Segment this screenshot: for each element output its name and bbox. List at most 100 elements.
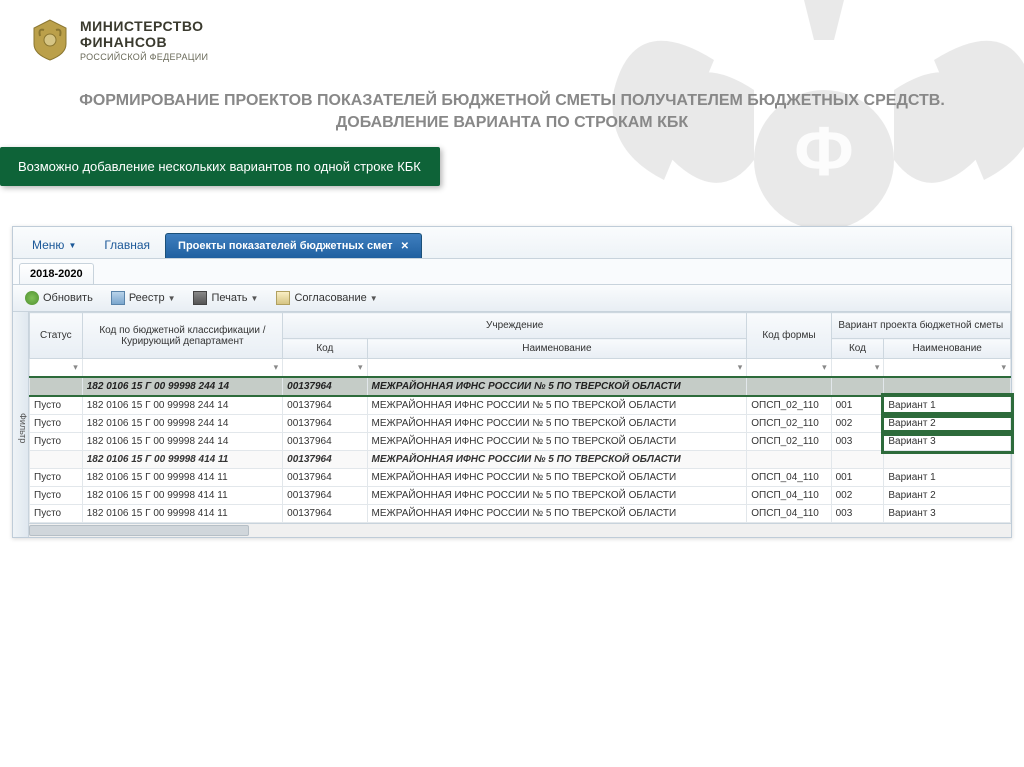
registry-button[interactable]: Реестр ▼ <box>105 288 182 308</box>
table-row[interactable]: Пусто182 0106 15 Г 00 99998 414 11001379… <box>30 487 1011 505</box>
table-row[interactable]: Пусто182 0106 15 Г 00 99998 244 14001379… <box>30 415 1011 433</box>
approval-icon <box>276 291 290 305</box>
page-title: ФОРМИРОВАНИЕ ПРОЕКТОВ ПОКАЗАТЕЛЕЙ БЮДЖЕТ… <box>0 80 1024 147</box>
cell-vkod: 001 <box>831 469 884 487</box>
col-variant[interactable]: Вариант проекта бюджетной сметы <box>831 313 1010 339</box>
cell-vname: Вариант 2 <box>884 415 1011 433</box>
menu-tab[interactable]: Меню ▼ <box>19 231 89 258</box>
filter-form[interactable] <box>747 359 831 378</box>
home-tab[interactable]: Главная <box>91 231 163 258</box>
cell-name: МЕЖРАЙОННАЯ ИФНС РОССИИ № 5 ПО ТВЕРСКОЙ … <box>367 415 747 433</box>
approval-button[interactable]: Согласование ▼ <box>270 288 383 308</box>
filter-name[interactable] <box>367 359 747 378</box>
refresh-icon <box>25 291 39 305</box>
cell-form: ОПСП_04_110 <box>747 505 831 523</box>
table-row[interactable]: Пусто182 0106 15 Г 00 99998 244 14001379… <box>30 396 1011 415</box>
group-vname <box>884 451 1011 469</box>
col-status[interactable]: Статус <box>30 313 83 359</box>
filter-vname[interactable] <box>884 359 1011 378</box>
cell-vkod: 002 <box>831 487 884 505</box>
filter-status[interactable] <box>30 359 83 378</box>
group-name: МЕЖРАЙОННАЯ ИФНС РОССИИ № 5 ПО ТВЕРСКОЙ … <box>367 377 747 396</box>
ministry-header: МИНИСТЕРСТВО ФИНАНСОВ РОССИЙСКОЙ ФЕДЕРАЦ… <box>0 0 1024 80</box>
cell-vkod: 003 <box>831 505 884 523</box>
registry-label: Реестр <box>129 292 165 304</box>
chevron-down-icon: ▼ <box>168 294 176 303</box>
col-var-name[interactable]: Наименование <box>884 339 1011 359</box>
cell-kod: 00137964 <box>283 505 367 523</box>
cell-form: ОПСП_04_110 <box>747 487 831 505</box>
col-inst-name[interactable]: Наименование <box>367 339 747 359</box>
group-status <box>30 377 83 396</box>
filter-vkod[interactable] <box>831 359 884 378</box>
cell-kbk: 182 0106 15 Г 00 99998 244 14 <box>82 415 282 433</box>
group-vname <box>884 377 1011 396</box>
cell-status: Пусто <box>30 487 83 505</box>
refresh-button[interactable]: Обновить <box>19 288 99 308</box>
col-institution[interactable]: Учреждение <box>283 313 747 339</box>
table-row[interactable]: Пусто182 0106 15 Г 00 99998 414 11001379… <box>30 505 1011 523</box>
group-name: МЕЖРАЙОННАЯ ИФНС РОССИИ № 5 ПО ТВЕРСКОЙ … <box>367 451 747 469</box>
group-row[interactable]: 182 0106 15 Г 00 99998 414 1100137964МЕЖ… <box>30 451 1011 469</box>
ministry-line3: РОССИЙСКОЙ ФЕДЕРАЦИИ <box>80 52 208 62</box>
table-row[interactable]: Пусто182 0106 15 Г 00 99998 414 11001379… <box>30 469 1011 487</box>
cell-kbk: 182 0106 15 Г 00 99998 414 11 <box>82 487 282 505</box>
print-button[interactable]: Печать ▼ <box>187 288 264 308</box>
period-tab[interactable]: 2018-2020 <box>19 263 94 284</box>
chevron-down-icon: ▼ <box>68 241 76 250</box>
cell-kod: 00137964 <box>283 415 367 433</box>
cell-form: ОПСП_02_110 <box>747 396 831 415</box>
cell-name: МЕЖРАЙОННАЯ ИФНС РОССИИ № 5 ПО ТВЕРСКОЙ … <box>367 505 747 523</box>
cell-kod: 00137964 <box>283 487 367 505</box>
table-row[interactable]: Пусто182 0106 15 Г 00 99998 244 14001379… <box>30 433 1011 451</box>
cell-kbk: 182 0106 15 Г 00 99998 244 14 <box>82 433 282 451</box>
col-kbk[interactable]: Код по бюджетной классификации / Курирую… <box>82 313 282 359</box>
col-form[interactable]: Код формы <box>747 313 831 359</box>
cell-vname: Вариант 1 <box>884 469 1011 487</box>
print-label: Печать <box>211 292 247 304</box>
filter-sidebar-label: Фильтр <box>18 413 28 443</box>
ministry-line2: ФИНАНСОВ <box>80 34 208 50</box>
toolbar: Обновить Реестр ▼ Печать ▼ Согласование … <box>13 285 1011 312</box>
filter-kbk[interactable] <box>82 359 282 378</box>
cell-status: Пусто <box>30 505 83 523</box>
refresh-label: Обновить <box>43 292 93 304</box>
horizontal-scrollbar[interactable] <box>29 523 1011 537</box>
col-inst-kod[interactable]: Код <box>283 339 367 359</box>
group-vkod <box>831 377 884 396</box>
cell-kbk: 182 0106 15 Г 00 99998 414 11 <box>82 469 282 487</box>
info-callout: Возможно добавление нескольких вариантов… <box>0 147 440 186</box>
approval-label: Согласование <box>294 292 366 304</box>
group-kbk: 182 0106 15 Г 00 99998 414 11 <box>82 451 282 469</box>
cell-name: МЕЖРАЙОННАЯ ИФНС РОССИИ № 5 ПО ТВЕРСКОЙ … <box>367 433 747 451</box>
ministry-emblem-icon <box>30 18 70 62</box>
cell-vkod: 003 <box>831 433 884 451</box>
period-tab-label: 2018-2020 <box>30 268 83 280</box>
group-form <box>747 451 831 469</box>
chevron-down-icon: ▼ <box>370 294 378 303</box>
home-tab-label: Главная <box>104 238 150 252</box>
close-icon[interactable]: ✕ <box>401 241 409 252</box>
cell-name: МЕЖРАЙОННАЯ ИФНС РОССИИ № 5 ПО ТВЕРСКОЙ … <box>367 487 747 505</box>
cell-vname: Вариант 1 <box>884 396 1011 415</box>
cell-vkod: 001 <box>831 396 884 415</box>
col-var-kod[interactable]: Код <box>831 339 884 359</box>
cell-kod: 00137964 <box>283 396 367 415</box>
application-window: Меню ▼ Главная Проекты показателей бюдже… <box>12 226 1012 538</box>
filter-sidebar[interactable]: Фильтр <box>13 312 29 537</box>
group-row[interactable]: 182 0106 15 Г 00 99998 244 1400137964МЕЖ… <box>30 377 1011 396</box>
filter-kod[interactable] <box>283 359 367 378</box>
projects-tab[interactable]: Проекты показателей бюджетных смет ✕ <box>165 233 422 258</box>
chevron-down-icon: ▼ <box>251 294 259 303</box>
scrollbar-thumb[interactable] <box>29 525 249 536</box>
projects-tab-label: Проекты показателей бюджетных смет <box>178 240 393 252</box>
ministry-line1: МИНИСТЕРСТВО <box>80 18 208 34</box>
cell-status: Пусто <box>30 415 83 433</box>
cell-kod: 00137964 <box>283 469 367 487</box>
cell-vname: Вариант 3 <box>884 505 1011 523</box>
cell-status: Пусто <box>30 469 83 487</box>
cell-name: МЕЖРАЙОННАЯ ИФНС РОССИИ № 5 ПО ТВЕРСКОЙ … <box>367 396 747 415</box>
data-grid: Статус Код по бюджетной классификации / … <box>29 312 1011 523</box>
cell-name: МЕЖРАЙОННАЯ ИФНС РОССИИ № 5 ПО ТВЕРСКОЙ … <box>367 469 747 487</box>
cell-kbk: 182 0106 15 Г 00 99998 414 11 <box>82 505 282 523</box>
